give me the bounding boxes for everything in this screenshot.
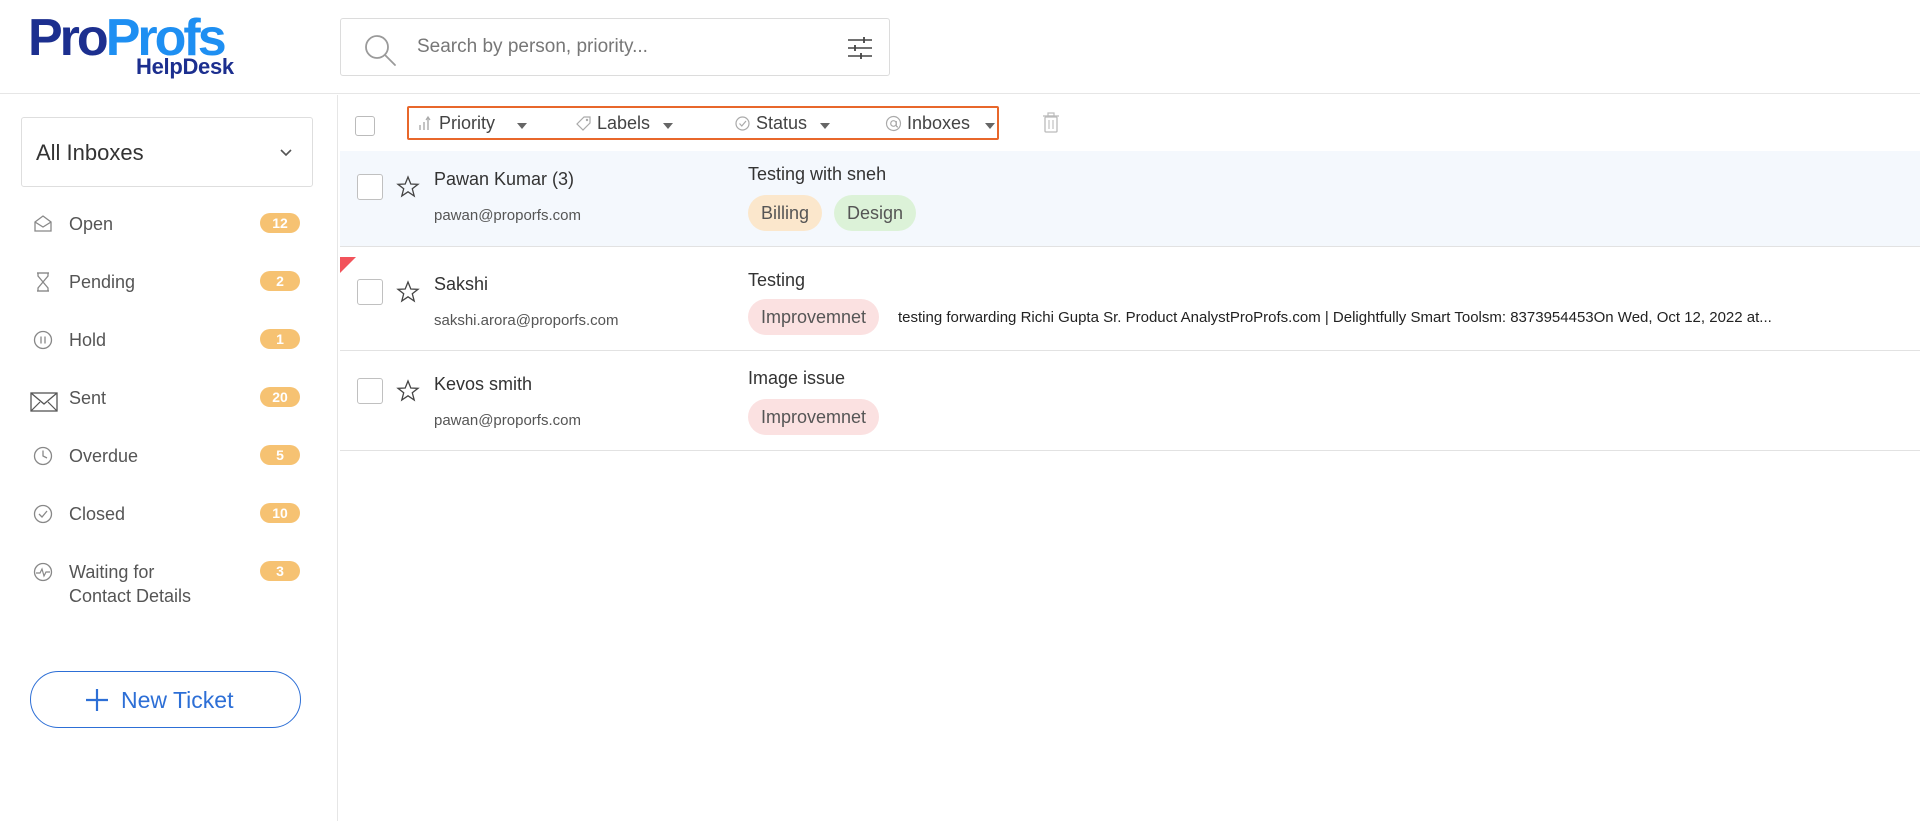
filter-label: Status [756,113,808,133]
ticket-preview[interactable]: testing forwarding Richi Gupta Sr. Produ… [898,309,1772,326]
ticket-row[interactable]: Kevos smith pawan@proporfs.com Image iss… [340,351,1920,451]
star-icon[interactable] [396,280,420,304]
caret-down-icon [517,123,527,129]
plus-icon [86,689,108,711]
sidebar-item-label: Open [69,214,114,234]
count-badge: 10 [260,503,300,523]
requester-email: pawan@proporfs.com [434,207,581,224]
row-checkbox[interactable] [357,378,383,404]
sidebar-item-open[interactable]: Open 12 [30,207,302,247]
inbox-selector-label: All Inboxes [36,140,144,165]
sidebar: All Inboxes Open 12 Pending 2 Hold 1 Sen… [0,95,338,821]
filter-inboxes[interactable]: Inboxes [885,113,997,135]
sidebar-item-overdue[interactable]: Overdue 5 [30,439,302,479]
requester-name[interactable]: Sakshi [434,274,488,295]
proprofs-helpdesk-logo[interactable]: ProProfs HelpDesk [28,12,248,82]
clock-icon [33,446,53,466]
sidebar-item-label: Pending [69,272,136,292]
sidebar-item-sent[interactable]: Sent 20 [30,381,302,421]
trash-icon[interactable] [1042,112,1060,134]
caret-down-icon [820,123,830,129]
count-badge: 12 [260,213,300,233]
priority-bars-icon [419,115,431,130]
sidebar-item-label: Sent [69,388,107,408]
tag-improvemnet[interactable]: Improvemnet [748,399,880,435]
select-all-checkbox[interactable] [355,116,375,136]
pause-icon [33,330,53,350]
sidebar-item-waiting-for-contact-details[interactable]: Waiting for Contact Details 3 [30,555,302,611]
count-badge: 3 [260,561,300,581]
count-badge: 1 [260,329,300,349]
logo-subtitle: HelpDesk [136,54,234,79]
star-icon[interactable] [396,379,420,403]
check-status-icon [735,116,750,131]
tag-design[interactable]: Design [834,195,917,231]
ticket-row[interactable]: Sakshi sakshi.arora@proporfs.com Testing… [340,247,1920,351]
envelope-icon [30,392,58,412]
at-icon [885,115,902,132]
sidebar-item-hold[interactable]: Hold 1 [30,323,302,363]
caret-down-icon [985,123,995,129]
ticket-toolbar: Priority Labels Status Inboxes [340,95,1920,151]
ticket-row[interactable]: Pawan Kumar (3) pawan@proporfs.com Testi… [340,151,1920,247]
ticket-subject[interactable]: Testing [748,270,805,291]
priority-flag [340,257,356,273]
sidebar-item-pending[interactable]: Pending 2 [30,265,302,305]
row-checkbox[interactable] [357,174,383,200]
search-icon[interactable] [363,33,397,67]
ticket-subject[interactable]: Image issue [748,368,845,389]
filter-label: Labels [597,113,651,133]
caret-down-icon [663,123,673,129]
count-badge: 20 [260,387,300,407]
envelope-open-icon [34,215,52,232]
check-circle-icon [33,504,53,524]
requester-email: sakshi.arora@proporfs.com [434,312,619,329]
waiting-icon [33,562,53,582]
new-ticket-label: New Ticket [121,687,234,713]
search-bar [340,18,890,76]
filter-label: Priority [439,113,496,133]
search-input[interactable] [417,29,817,65]
filter-label: Inboxes [907,113,971,133]
sidebar-item-label: Overdue [69,446,139,466]
filter-priority[interactable]: Priority [417,113,527,135]
chevron-down-icon [280,149,292,157]
star-icon[interactable] [396,175,420,199]
label-line-1: Waiting for [69,562,155,582]
tag-icon [576,116,591,131]
count-badge: 2 [260,271,300,291]
requester-email: pawan@proporfs.com [434,412,581,429]
logo-pro: Pro [28,9,109,67]
filter-group: Priority Labels Status Inboxes [407,106,999,140]
row-checkbox[interactable] [357,279,383,305]
ticket-subject[interactable]: Testing with sneh [748,164,886,185]
sliders-icon[interactable] [845,33,875,63]
sidebar-item-label: Hold [69,330,107,350]
sidebar-item-closed[interactable]: Closed 10 [30,497,302,537]
hourglass-icon [37,272,49,292]
app-header: ProProfs HelpDesk [0,0,1920,94]
label-line-2: Contact Details [69,586,192,606]
new-ticket-button[interactable]: New Ticket [30,671,301,728]
sidebar-item-label: Waiting for Contact Details [69,560,191,608]
tag-billing[interactable]: Billing [748,195,823,231]
filter-labels[interactable]: Labels [575,113,679,135]
tag-improvemnet[interactable]: Improvemnet [748,299,880,335]
requester-name[interactable]: Pawan Kumar (3) [434,169,574,190]
count-badge: 5 [260,445,300,465]
inbox-selector[interactable]: All Inboxes [21,117,313,187]
requester-name[interactable]: Kevos smith [434,374,532,395]
filter-status[interactable]: Status [734,113,834,135]
sidebar-item-label: Closed [69,504,126,524]
